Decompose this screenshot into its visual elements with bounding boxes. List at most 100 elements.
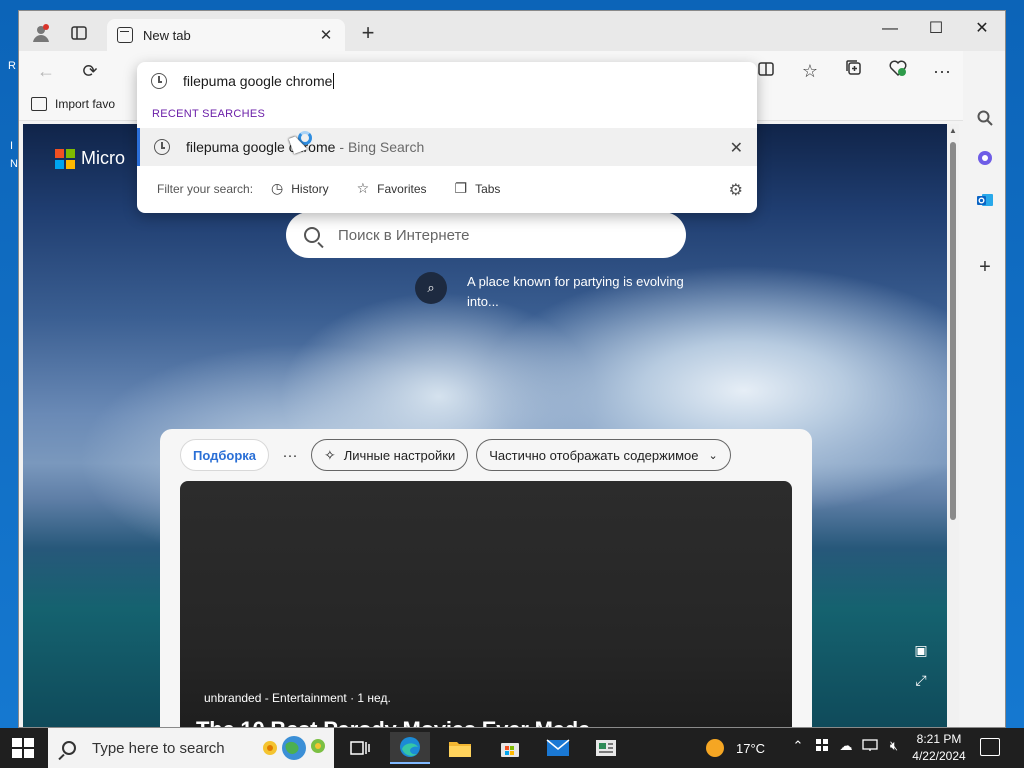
clock-date: 4/22/2024: [912, 749, 966, 763]
microsoft-logo-icon: [55, 148, 75, 169]
back-button[interactable]: ←: [31, 57, 61, 85]
scrollbar-thumb[interactable]: [950, 142, 956, 520]
suggestion-text: filepuma google chrome: [186, 139, 336, 155]
news-card[interactable]: unbranded - Entertainment · 1 нед. The 1…: [180, 481, 792, 727]
address-bar-input[interactable]: filepuma google chrome: [151, 70, 335, 92]
import-icon: [31, 97, 47, 111]
taskbar-search-box[interactable]: Type here to search: [48, 728, 334, 768]
filter-favorites[interactable]: ☆ Favorites: [357, 180, 427, 197]
filter-history[interactable]: ◷ History: [271, 180, 329, 197]
chevron-down-icon: ⌄: [708, 449, 718, 462]
sidebar-outlook-icon[interactable]: [973, 191, 997, 215]
recent-searches-heading: RECENT SEARCHES: [152, 108, 266, 120]
history-icon: [151, 73, 167, 89]
clock[interactable]: 8:21 PM 4/22/2024: [906, 731, 972, 765]
content-display-label: Частично отображать содержимое: [489, 447, 699, 463]
profile-icon[interactable]: [27, 19, 55, 47]
personalize-button[interactable]: ✧ Личные настройки: [311, 439, 469, 471]
import-favorites-button[interactable]: Import favo: [31, 97, 115, 111]
tab-my-feed[interactable]: Подборка: [180, 439, 270, 471]
history-icon: [154, 139, 170, 155]
settings-more-icon[interactable]: ···: [927, 57, 957, 85]
tab-new-tab[interactable]: New tab ✕: [107, 19, 345, 51]
page-scrollbar[interactable]: ▲: [947, 124, 959, 727]
taskbar-search-placeholder: Type here to search: [92, 739, 225, 757]
notification-center-icon[interactable]: [980, 738, 1000, 756]
spotlight-search-icon: ⌕: [415, 272, 447, 304]
browser-essentials-icon[interactable]: [883, 57, 913, 85]
microsoft-store-icon[interactable]: [490, 732, 530, 764]
tabs-icon: ❐: [454, 180, 468, 196]
import-favorites-label: Import favo: [55, 97, 116, 111]
title-bar: New tab ✕ + — ☐ ✕: [19, 11, 1005, 51]
sidebar-add-icon[interactable]: +: [973, 255, 997, 279]
news-app-icon[interactable]: [586, 732, 626, 764]
security-icon[interactable]: [812, 738, 832, 755]
browser-window: New tab ✕ + — ☐ ✕ ← ⟳ ☆ ··· Import favo: [18, 10, 1006, 728]
chevron-up-icon[interactable]: ⌃: [788, 738, 808, 754]
onedrive-icon[interactable]: ☁: [836, 738, 856, 754]
close-window-button[interactable]: ✕: [959, 15, 1005, 43]
weather-temperature: 17°C: [736, 740, 766, 756]
web-search-box[interactable]: Поиск в Интернете: [286, 212, 686, 258]
new-tab-page-icon: [117, 27, 133, 43]
file-explorer-icon[interactable]: [440, 732, 480, 764]
collections-icon[interactable]: [839, 57, 869, 85]
maximize-button[interactable]: ☐: [913, 15, 959, 43]
close-tab-icon[interactable]: ✕: [317, 26, 335, 44]
minimize-button[interactable]: —: [867, 15, 913, 43]
spotlight-caption: A place known for partying is evolving i…: [467, 274, 684, 309]
sidebar-search-icon[interactable]: [973, 109, 997, 133]
microsoft-logo: Micro: [55, 148, 125, 169]
web-search-placeholder: Поиск в Интернете: [338, 226, 470, 244]
search-icon: [62, 741, 76, 755]
task-view-icon[interactable]: [340, 732, 380, 764]
search-highlight-icon: [263, 736, 325, 760]
desktop-icon-fragment: I: [10, 140, 14, 152]
refresh-button[interactable]: ⟳: [75, 57, 105, 85]
filter-favorites-label: Favorites: [377, 181, 427, 196]
history-icon: ◷: [271, 180, 284, 196]
remove-suggestion-icon[interactable]: ✕: [730, 138, 743, 158]
new-tab-page: Micro Поиск в Интернете ⌕ A place known …: [23, 124, 947, 727]
address-bar-text[interactable]: filepuma google chrome: [183, 73, 332, 89]
filter-tabs-label: Tabs: [475, 181, 501, 196]
search-icon: [304, 227, 320, 243]
start-button[interactable]: [12, 738, 34, 758]
edge-sidebar: + ⚙: [963, 51, 1005, 727]
suggestion-source: - Bing Search: [339, 139, 425, 155]
mail-icon[interactable]: [538, 732, 578, 764]
feed-toolbar: Подборка ··· ✧ Личные настройки Частично…: [180, 439, 731, 471]
edge-taskbar-icon[interactable]: [390, 732, 430, 764]
desktop-icon-fragment: R: [8, 60, 16, 72]
workspaces-icon[interactable]: [65, 19, 93, 47]
filter-tabs[interactable]: ❐ Tabs: [455, 180, 501, 197]
search-filter-bar: Filter your search: ◷ History ☆ Favorite…: [157, 180, 528, 197]
network-icon[interactable]: [860, 738, 880, 755]
card-headline[interactable]: The 10 Best Parody Movies Ever Made: [196, 717, 590, 727]
text-caret: [333, 73, 335, 89]
card-meta: unbranded - Entertainment · 1 нед.: [204, 691, 391, 705]
favorites-star-icon[interactable]: ☆: [795, 57, 825, 85]
weather-widget[interactable]: 17°C: [706, 728, 765, 768]
suggestion-row[interactable]: filepuma google chrome - Bing Search ✕: [137, 128, 757, 166]
more-options-icon[interactable]: ···: [269, 447, 311, 464]
clock-time: 8:21 PM: [916, 732, 962, 746]
sun-icon: [706, 739, 724, 757]
filter-label: Filter your search:: [157, 181, 254, 196]
address-bar-dropdown: filepuma google chrome RECENT SEARCHES f…: [137, 62, 757, 213]
new-tab-button[interactable]: +: [355, 21, 381, 47]
expand-icon[interactable]: ⤢: [911, 672, 931, 689]
scroll-up-arrow[interactable]: ▲: [947, 126, 959, 135]
sidebar-copilot-icon[interactable]: [973, 149, 997, 173]
image-spotlight[interactable]: ⌕ A place known for partying is evolving…: [415, 272, 717, 312]
microsoft-logo-text: Micro: [81, 148, 125, 168]
volume-muted-icon[interactable]: 🔇︎: [884, 738, 904, 754]
content-display-dropdown[interactable]: Частично отображать содержимое ⌄: [476, 439, 731, 471]
personalize-label: Личные настройки: [343, 447, 456, 463]
star-icon: ☆: [356, 180, 370, 196]
gear-icon[interactable]: ⚙: [729, 180, 743, 200]
background-image-icon[interactable]: ▣: [911, 642, 931, 659]
taskbar: Type here to search 17°C ⌃ ☁ 🔇︎ 8:21 PM …: [0, 728, 1024, 768]
tab-title: New tab: [143, 27, 191, 43]
